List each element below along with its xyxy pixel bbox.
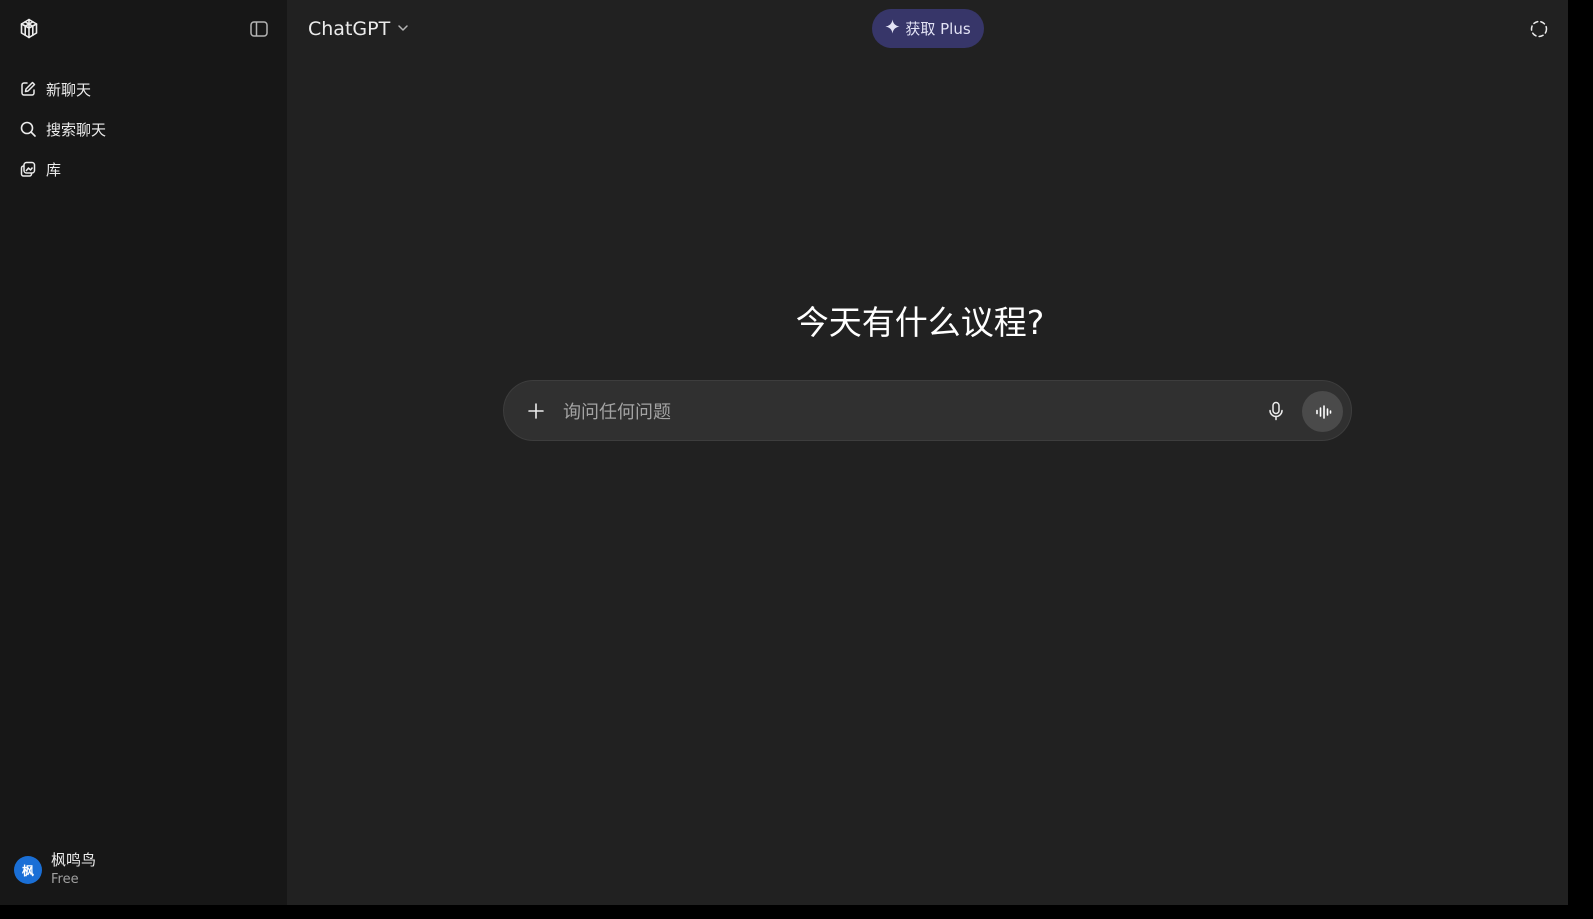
prompt-input[interactable] xyxy=(561,393,1245,431)
chatgpt-app: 新聊天 搜索聊天 库 枫 枫鸣鸟 Free ChatGPT 获取 Plus 今天… xyxy=(0,0,1568,905)
model-selector[interactable]: ChatGPT xyxy=(300,12,418,46)
chevron-down-icon xyxy=(396,20,410,39)
sidebar-item-label: 新聊天 xyxy=(46,80,92,99)
model-name: ChatGPT xyxy=(308,18,391,40)
sidebar-nav: 新聊天 搜索聊天 库 xyxy=(10,70,276,190)
temporary-chat-icon[interactable] xyxy=(1526,16,1552,42)
sidebar: 新聊天 搜索聊天 库 枫 枫鸣鸟 Free xyxy=(0,0,287,905)
sidebar-toggle-icon[interactable] xyxy=(246,16,272,42)
user-info: 枫鸣鸟 Free xyxy=(51,851,96,889)
user-plan: Free xyxy=(51,872,79,887)
openai-logo-icon[interactable] xyxy=(14,14,44,44)
library-icon xyxy=(18,159,38,179)
get-plus-button[interactable]: 获取 Plus xyxy=(872,9,984,48)
user-profile[interactable]: 枫 枫鸣鸟 Free xyxy=(14,851,96,889)
sparkle-icon xyxy=(885,19,900,38)
greeting-heading: 今天有什么议程? xyxy=(795,303,1045,342)
new-chat-icon xyxy=(18,79,38,99)
voice-mode-icon[interactable] xyxy=(1302,391,1343,432)
microphone-icon[interactable] xyxy=(1261,396,1291,426)
prompt-composer xyxy=(503,380,1352,441)
sidebar-item-search-chats[interactable]: 搜索聊天 xyxy=(10,110,276,148)
avatar: 枫 xyxy=(14,856,42,884)
sidebar-item-new-chat[interactable]: 新聊天 xyxy=(10,70,276,108)
get-plus-label: 获取 Plus xyxy=(905,20,971,38)
search-icon xyxy=(18,119,38,139)
user-name: 枫鸣鸟 xyxy=(51,851,97,869)
sidebar-item-label: 库 xyxy=(46,160,62,179)
sidebar-item-library[interactable]: 库 xyxy=(10,150,276,188)
add-attachment-icon[interactable] xyxy=(520,395,552,427)
sidebar-item-label: 搜索聊天 xyxy=(46,120,107,139)
